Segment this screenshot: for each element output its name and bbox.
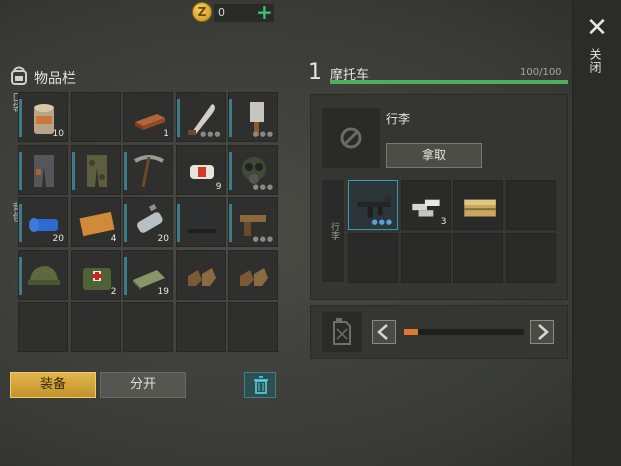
jerrycan-icon [333,318,351,345]
attachment-dots: ●●● [252,182,274,191]
attachment-dots: ●●● [200,130,222,138]
inventory-header: 物品栏 [8,62,278,88]
trash-button[interactable] [244,372,276,398]
close-label[interactable]: 关闭 [588,48,604,74]
durability-stripe [229,99,232,137]
luggage-slot-empty[interactable] [348,232,398,283]
luggage-slot-assault-rifle[interactable]: ●●● [348,180,398,230]
camo-pants-icon [86,154,107,187]
inventory-slot-military-helmet[interactable] [175,197,226,247]
luggage-slot-empty[interactable] [505,232,556,283]
inventory-slot-empty[interactable] [70,92,121,142]
boots-icon [240,267,268,286]
inventory-slot-pickaxe[interactable] [123,144,173,195]
item-count: 10 [52,129,64,139]
luggage-slot-empty[interactable] [505,180,556,230]
split-button[interactable]: 分开 [100,372,186,398]
vehicle-condition-bar [330,80,568,84]
inventory-slot-cloth[interactable]: 19 [123,249,173,300]
fuel-track[interactable] [404,329,524,335]
inventory-slot-medic-bag[interactable]: 2 [70,249,121,300]
add-coins-button[interactable]: + [256,0,273,24]
durability-stripe [19,256,22,295]
inventory-slot-military-cap[interactable] [18,249,68,300]
inventory-slot-canned-food[interactable]: 10 [18,92,68,142]
military-helmet-icon [187,209,216,233]
attachment-dots: ●●● [252,130,274,138]
inventory-slot-camo-pants[interactable] [70,144,121,195]
luggage-slot-gold-bar-pack[interactable] [453,180,503,230]
durability-stripe [124,151,127,190]
equip-button[interactable]: 装备 [10,372,96,398]
vehicle-condition: 100/100 [520,67,562,78]
inventory-slot-duct-tape[interactable]: 20 [18,197,68,247]
boots-icon [187,267,216,286]
durability-stripe [19,204,22,242]
military-cap-icon [28,265,60,285]
durability-stripe [124,256,127,295]
close-icon[interactable]: ✕ [585,15,609,41]
durability-stripe [19,151,22,190]
durability-stripe [71,151,75,190]
inventory-slot-boots[interactable] [175,249,226,300]
inventory-slot-empty[interactable] [228,302,278,352]
inventory-slot-coupon[interactable]: 4 [70,197,121,247]
jerrycan-slot[interactable] [322,312,362,352]
inventory-slot-empty[interactable] [175,302,226,352]
gold-bar-pack-icon [464,199,496,217]
item-count: 20 [52,234,64,244]
fuel-increase-button[interactable] [530,320,554,344]
inventory-slot-empty[interactable] [123,302,173,352]
inventory-slot-copper-bar[interactable]: 1 [123,92,173,142]
vehicle-number: 1 [308,60,322,85]
fuel-decrease-button[interactable] [372,320,396,344]
durability-stripe [176,204,180,242]
item-count: 3 [440,217,447,227]
luggage-slot-empty[interactable] [400,232,451,283]
inventory-slot-gas-mask[interactable]: ●●● [228,144,278,195]
luggage-slot-iron-bars[interactable]: 3 [400,180,451,230]
inventory-slot-pistol[interactable]: ●●● [228,197,278,247]
inventory-slot-boots[interactable] [228,249,278,300]
durability-stripe [124,204,127,242]
attachment-dots: ●●● [371,218,393,226]
durability-stripe [229,151,232,190]
inventory-slot-cleaver[interactable]: ●●● [228,92,278,142]
item-count: 2 [110,286,117,297]
take-button[interactable]: 拿取 [386,143,482,168]
item-count: 9 [215,181,222,192]
coin-count: 0 [218,6,225,19]
coin-icon: Z [192,2,212,22]
item-count: 19 [157,286,169,297]
inventory-slot-empty[interactable] [70,302,121,352]
inventory-slot-empty[interactable] [18,302,68,352]
attachment-dots: ●●● [252,235,274,243]
empty-preview [322,108,380,168]
durability-stripe [176,99,180,137]
backpack-icon [11,66,27,85]
item-count: 20 [157,234,169,244]
luggage-side-label: 行李 [329,222,339,240]
luggage-title: 行李 [386,112,411,126]
durability-stripe [229,204,232,242]
durability-stripe [19,99,22,137]
pickaxe-icon [134,154,164,187]
inventory-title: 物品栏 [34,71,76,87]
inventory-slot-bandage[interactable]: 9 [175,144,226,195]
trash-icon [254,376,268,394]
fuel-level [404,329,419,335]
inventory-slot-machete[interactable]: ●●● [175,92,226,142]
inventory-slot-tactical-pants-grey[interactable] [18,144,68,195]
tactical-pants-grey-icon [34,154,54,187]
luggage-slot-empty[interactable] [453,232,503,283]
item-count: 1 [163,129,169,139]
inventory-slot-plastic-bottle[interactable]: 20 [123,197,173,247]
item-count: 4 [110,234,117,244]
no-item-icon [340,127,362,149]
